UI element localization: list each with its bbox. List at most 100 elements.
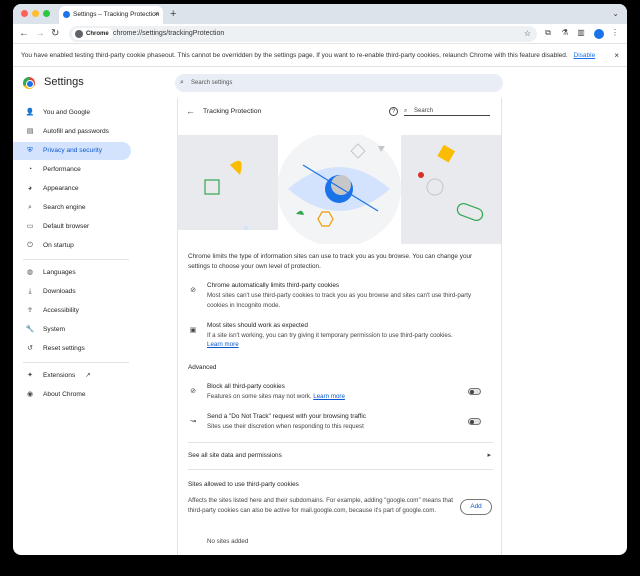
feature-limits-cookies: ⊘ Chrome automatically limits third-part… <box>188 282 493 314</box>
settings-search-input[interactable]: ⌕ Search settings <box>175 74 503 92</box>
back-arrow-icon[interactable]: ← <box>186 106 195 116</box>
sidebar-item-extensions[interactable]: ✦ Extensions ↗ <box>13 367 131 385</box>
wrench-icon: 🔧 <box>25 326 35 333</box>
sidebar-item-search-engine[interactable]: ⌕ Search engine <box>13 199 131 217</box>
sidebar-item-you-and-google[interactable]: 👤 You and Google <box>13 104 131 122</box>
bookmark-star-icon[interactable]: ☆ <box>524 26 531 42</box>
feature-sites-work: ▣ Most sites should work as expected If … <box>188 322 493 354</box>
tab-search-chevron-icon[interactable]: ⌄ <box>612 6 619 22</box>
url-text: chrome://settings/trackingProtection <box>113 30 225 37</box>
infobar-message: You have enabled testing third-party coo… <box>21 52 568 59</box>
site-data-label: See all site data and permissions <box>188 452 282 459</box>
feature-title: Most sites should work as expected <box>207 322 308 329</box>
sidebar-item-label: You and Google <box>43 109 91 116</box>
help-icon[interactable]: ? <box>389 107 398 116</box>
forward-arrow-icon[interactable]: → <box>35 27 45 41</box>
site-data-link-row[interactable]: See all site data and permissions ▸ <box>188 449 493 463</box>
card-header: ← Tracking Protection ? ⌕ Search <box>178 98 501 126</box>
sidebar-divider <box>23 259 129 260</box>
sidebar-item-on-startup[interactable]: ⏻ On startup <box>13 237 131 255</box>
person-icon: 👤 <box>25 109 35 116</box>
do-not-track-row[interactable]: ↝ Send a "Do Not Track" request with you… <box>188 413 493 433</box>
tab-settings[interactable]: Settings – Tracking Protection × <box>59 6 163 24</box>
palette-icon: ◕ <box>27 185 33 192</box>
sidebar-item-languages[interactable]: ◍ Languages <box>13 264 131 282</box>
tracking-protection-card: ← Tracking Protection ? ⌕ Search Chrome … <box>177 98 502 555</box>
settings-logo-icon <box>23 77 35 89</box>
settings-title: Settings <box>44 76 84 88</box>
globe-icon: ◍ <box>26 269 34 276</box>
search-icon: ⌕ <box>28 204 32 211</box>
sidebar-item-label: Search engine <box>43 204 86 211</box>
dnt-title: Send a "Do Not Track" request with your … <box>207 413 366 420</box>
tracking-protection-illustration <box>178 135 501 244</box>
sidebar-item-downloads[interactable]: ⤓ Downloads <box>13 283 131 301</box>
sidebar-item-label: Downloads <box>43 288 76 295</box>
eye-off-icon: ⊘ <box>190 388 196 395</box>
side-panel-icon[interactable]: ▥ <box>576 28 586 38</box>
sidebar-item-privacy[interactable]: ⛨ Privacy and security <box>13 142 131 160</box>
advanced-heading: Advanced <box>188 364 217 371</box>
allowed-sites-heading: Sites allowed to use third-party cookies <box>188 481 299 488</box>
tab-close-icon[interactable]: × <box>155 6 159 24</box>
sidebar-item-label: Appearance <box>43 185 79 192</box>
block-cookies-toggle[interactable] <box>468 388 481 395</box>
allowed-sites-description: Affects the sites listed here and their … <box>188 497 453 514</box>
page-title: Tracking Protection <box>203 108 262 115</box>
chip-label: Chrome <box>86 31 109 37</box>
sidebar-item-label: Performance <box>43 166 81 173</box>
chrome-icon: ◉ <box>26 391 34 398</box>
sidebar-item-label: About Chrome <box>43 391 86 398</box>
sidebar-item-default-browser[interactable]: ▭ Default browser <box>13 218 131 236</box>
address-bar[interactable]: Chrome chrome://settings/trackingProtect… <box>69 26 537 42</box>
sidebar-item-label: Accessibility <box>43 307 79 314</box>
new-tab-button[interactable]: + <box>170 6 176 22</box>
page-description: Chrome limits the type of information si… <box>188 253 473 270</box>
page-search-input[interactable]: ⌕ Search <box>404 107 490 116</box>
sidebar-item-label: Extensions <box>43 372 76 379</box>
sidebar-item-label: Default browser <box>43 223 90 230</box>
block-third-party-cookies-row[interactable]: ⊘ Block all third-party cookies Features… <box>188 383 493 403</box>
search-icon: ⌕ <box>180 79 184 86</box>
reload-icon[interactable]: ↻ <box>51 27 59 41</box>
sidebar-item-system[interactable]: 🔧 System <box>13 321 131 339</box>
do-not-track-toggle[interactable] <box>468 418 481 425</box>
browser-window: Settings – Tracking Protection × + ⌄ ← →… <box>13 4 627 555</box>
back-arrow-icon[interactable]: ← <box>19 27 29 41</box>
infobar-close-icon[interactable]: × <box>614 45 619 67</box>
sidebar-divider <box>23 362 129 363</box>
profile-avatar-icon[interactable] <box>594 29 604 39</box>
sidebar-item-label: Privacy and security <box>43 147 102 154</box>
close-window-button[interactable] <box>21 10 28 17</box>
cookie-phaseout-infobar: You have enabled testing third-party coo… <box>13 45 627 67</box>
power-icon: ⏻ <box>27 242 33 249</box>
disable-link[interactable]: Disable <box>574 52 596 59</box>
sidebar-item-autofill[interactable]: ▤ Autofill and passwords <box>13 123 131 141</box>
learn-more-link[interactable]: Learn more <box>313 393 345 400</box>
puzzle-icon: ✦ <box>27 372 33 379</box>
more-menu-icon[interactable]: ⋮ <box>610 28 620 38</box>
learn-more-link[interactable]: Learn more <box>207 341 239 348</box>
divider <box>188 442 493 443</box>
add-site-button[interactable]: Add <box>460 499 492 515</box>
flask-icon[interactable]: ⚗ <box>560 28 570 38</box>
sidebar-item-accessibility[interactable]: ☥ Accessibility <box>13 302 131 320</box>
sidebar-item-label: On startup <box>43 242 74 249</box>
browser-icon: ▭ <box>26 223 34 230</box>
extensions-icon[interactable]: ⧉ <box>543 28 553 38</box>
eye-off-icon: ⊘ <box>190 287 196 294</box>
page-search-placeholder: Search <box>414 108 434 114</box>
minimize-window-button[interactable] <box>32 10 39 17</box>
sidebar-item-appearance[interactable]: ◕ Appearance <box>13 180 131 198</box>
maximize-window-button[interactable] <box>43 10 50 17</box>
sidebar-item-label: Autofill and passwords <box>43 128 109 135</box>
sidebar-item-reset[interactable]: ↺ Reset settings <box>13 340 131 358</box>
site-info-chip[interactable]: Chrome <box>72 28 113 40</box>
browser-toolbar: ← → ↻ Chrome chrome://settings/trackingP… <box>13 24 627 44</box>
block-description: Features on some sites may not work. Lea… <box>207 392 487 402</box>
sidebar-item-about-chrome[interactable]: ◉ About Chrome <box>13 386 131 404</box>
sidebar-item-performance[interactable]: ◔ Performance <box>13 161 131 179</box>
clipboard-icon: ▤ <box>26 128 34 135</box>
sidebar-item-label: Reset settings <box>43 345 85 352</box>
sidebar-item-label: System <box>43 326 65 333</box>
